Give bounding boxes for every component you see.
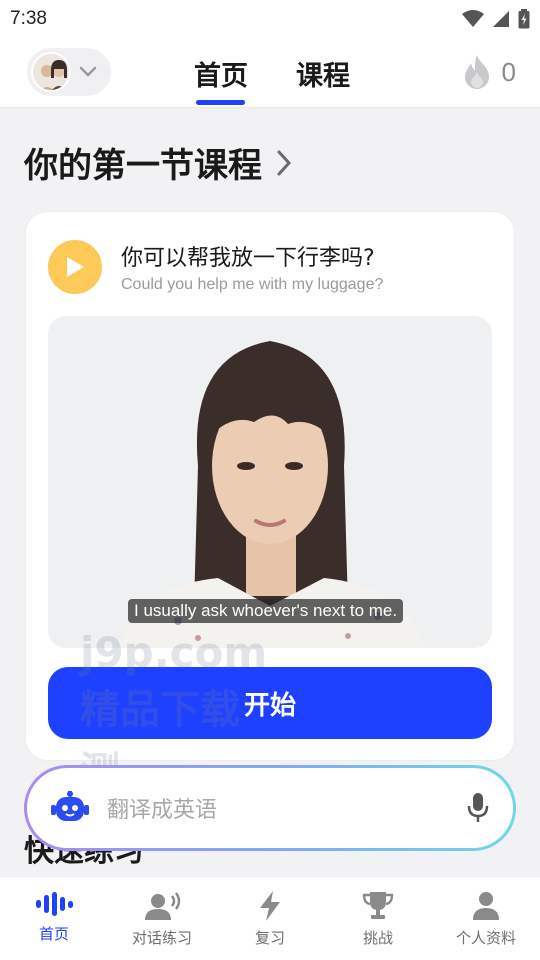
page-title: 你的第一节课程	[24, 146, 262, 186]
trophy-icon	[362, 892, 394, 919]
nav-item-review[interactable]: 复习	[216, 877, 324, 960]
translate-inner: 翻译成英语	[27, 768, 513, 848]
translate-bar[interactable]: 翻译成英语	[24, 765, 516, 851]
robot-icon	[51, 791, 89, 821]
flame-icon	[464, 55, 489, 89]
status-bar: 7:38	[0, 0, 540, 38]
nav-label: 挑战	[362, 929, 393, 947]
wifi-icon	[462, 10, 484, 27]
voice-wave-icon	[36, 892, 73, 916]
battery-icon	[518, 9, 530, 29]
start-button[interactable]: 开始	[48, 667, 492, 739]
tab-home[interactable]: 首页	[194, 54, 248, 93]
video-subtitle: I usually ask whoever's next to me.	[128, 599, 404, 623]
lesson-title-en: Could you help me with my luggage?	[121, 276, 384, 293]
status-icons	[462, 9, 530, 29]
lesson-title-cn: 你可以帮我放一下行李吗?	[121, 246, 375, 271]
top-nav: 首页 课程 0	[0, 38, 540, 108]
profile-switcher[interactable]	[27, 48, 111, 96]
nav-item-home[interactable]: 首页	[0, 877, 108, 960]
tab-courses[interactable]: 课程	[296, 54, 350, 93]
play-icon	[67, 257, 84, 277]
chevron-right-icon	[277, 150, 292, 175]
nav-label: 复习	[254, 929, 285, 947]
chevron-down-icon	[79, 66, 97, 77]
active-tab-indicator	[196, 100, 245, 105]
lightning-icon	[260, 891, 280, 921]
nav-item-profile[interactable]: 个人资料	[432, 877, 540, 960]
section-heading[interactable]: 你的第一节课程	[24, 138, 292, 187]
microphone-icon[interactable]	[467, 792, 489, 824]
play-audio-button[interactable]	[48, 240, 102, 294]
streak-counter[interactable]: 0	[462, 54, 516, 90]
status-time: 7:38	[10, 8, 47, 29]
nav-item-challenge[interactable]: 挑战	[324, 877, 432, 960]
lesson-card: 你可以帮我放一下行李吗? Could you help me with my l…	[25, 211, 515, 761]
nav-label: 个人资料	[455, 929, 516, 947]
speaking-person-icon	[145, 892, 181, 920]
avatar	[31, 52, 71, 92]
nav-label: 首页	[38, 925, 69, 943]
signal-icon	[493, 11, 509, 27]
translate-input[interactable]: 翻译成英语	[107, 792, 467, 824]
streak-count: 0	[501, 56, 516, 87]
person-icon	[473, 892, 499, 920]
bottom-nav: 首页 对话练习 复习 挑战 个人资料	[0, 876, 540, 960]
lesson-video[interactable]: I usually ask whoever's next to me.	[48, 316, 492, 648]
nav-label: 对话练习	[131, 929, 192, 947]
nav-item-conversation[interactable]: 对话练习	[108, 877, 216, 960]
